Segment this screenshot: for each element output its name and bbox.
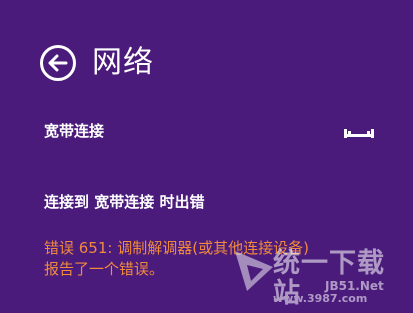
header: 网络 — [40, 40, 154, 86]
wired-ethernet-icon — [344, 129, 374, 138]
connection-status: 连接到 宽带连接 时出错 — [44, 193, 205, 211]
back-arrow-icon — [48, 54, 68, 72]
watermark: 统一下载站 JB51.Net www.3987.com — [233, 245, 409, 309]
watermark-url: www.3987.com — [273, 292, 368, 305]
network-name: 宽带连接 — [44, 122, 105, 140]
network-item-broadband[interactable]: 宽带连接 — [44, 120, 374, 142]
page-title: 网络 — [92, 45, 154, 80]
triangle-logo-icon — [235, 251, 273, 291]
watermark-domain: JB51.Net — [325, 279, 384, 293]
network-panel: 网络 宽带连接 连接到 宽带连接 时出错 错误 651: 调制解调器(或其他连接… — [0, 0, 413, 313]
back-button[interactable] — [40, 45, 76, 81]
